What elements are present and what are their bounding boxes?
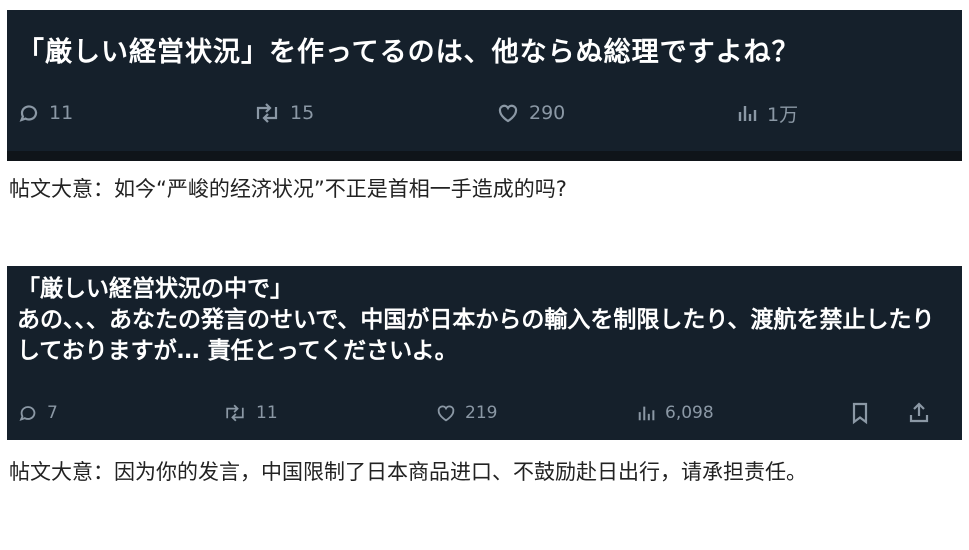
post-text: 「厳しい経営状況の中で」 あの、、、あなたの発言のせいで、中国が日本からの輸入を… bbox=[17, 276, 935, 364]
reply-button[interactable]: 7 bbox=[17, 393, 58, 433]
like-count: 290 bbox=[529, 102, 566, 124]
reply-icon bbox=[19, 105, 38, 122]
views-count: 1万 bbox=[767, 103, 799, 126]
caption-1: 帖文大意：如今“严峻的经济状况”不正是首相一手造成的吗? bbox=[9, 177, 567, 201]
like-count: 219 bbox=[465, 403, 498, 423]
repost-button[interactable]: 11 bbox=[222, 393, 278, 433]
repost-button[interactable]: 15 bbox=[252, 93, 314, 133]
reply-icon bbox=[19, 406, 36, 421]
repost-count: 11 bbox=[256, 403, 278, 423]
reply-count: 11 bbox=[49, 102, 74, 124]
views-icon bbox=[638, 406, 655, 421]
bookmark-icon bbox=[852, 402, 868, 425]
like-button[interactable]: 290 bbox=[495, 93, 565, 133]
reply-button[interactable]: 11 bbox=[17, 93, 73, 133]
post-text: 「厳しい経営状況」を作ってるのは、他ならぬ総理ですよね？ bbox=[17, 37, 800, 68]
post-card-1: 「厳しい経営状況」を作ってるのは、他ならぬ総理ですよね？ 11 15 290 1… bbox=[7, 10, 962, 161]
like-button[interactable]: 219 bbox=[435, 393, 497, 433]
caption-2: 帖文大意：因为你的发言，中国限制了日本商品进口、不鼓励赴日出行，请承担责任。 bbox=[9, 460, 807, 484]
views-icon bbox=[738, 106, 757, 121]
like-icon bbox=[498, 104, 518, 123]
reply-count: 7 bbox=[47, 403, 58, 423]
views-count: 6,098 bbox=[665, 403, 714, 423]
divider bbox=[7, 151, 962, 161]
repost-icon bbox=[226, 404, 244, 422]
post-card-2: 「厳しい経営状況の中で」 あの、、、あなたの発言のせいで、中国が日本からの輸入を… bbox=[7, 266, 962, 440]
views-button[interactable]: 6,098 bbox=[637, 393, 714, 433]
post-actions: 11 15 290 1万 bbox=[7, 93, 962, 133]
views-button[interactable]: 1万 bbox=[737, 93, 798, 133]
repost-icon bbox=[256, 103, 278, 123]
share-button[interactable] bbox=[907, 393, 939, 433]
repost-count: 15 bbox=[290, 102, 315, 124]
like-icon bbox=[437, 405, 455, 422]
share-icon bbox=[909, 402, 929, 423]
bookmark-button[interactable] bbox=[849, 393, 879, 433]
post-actions: 7 11 219 6,098 bbox=[7, 393, 962, 433]
